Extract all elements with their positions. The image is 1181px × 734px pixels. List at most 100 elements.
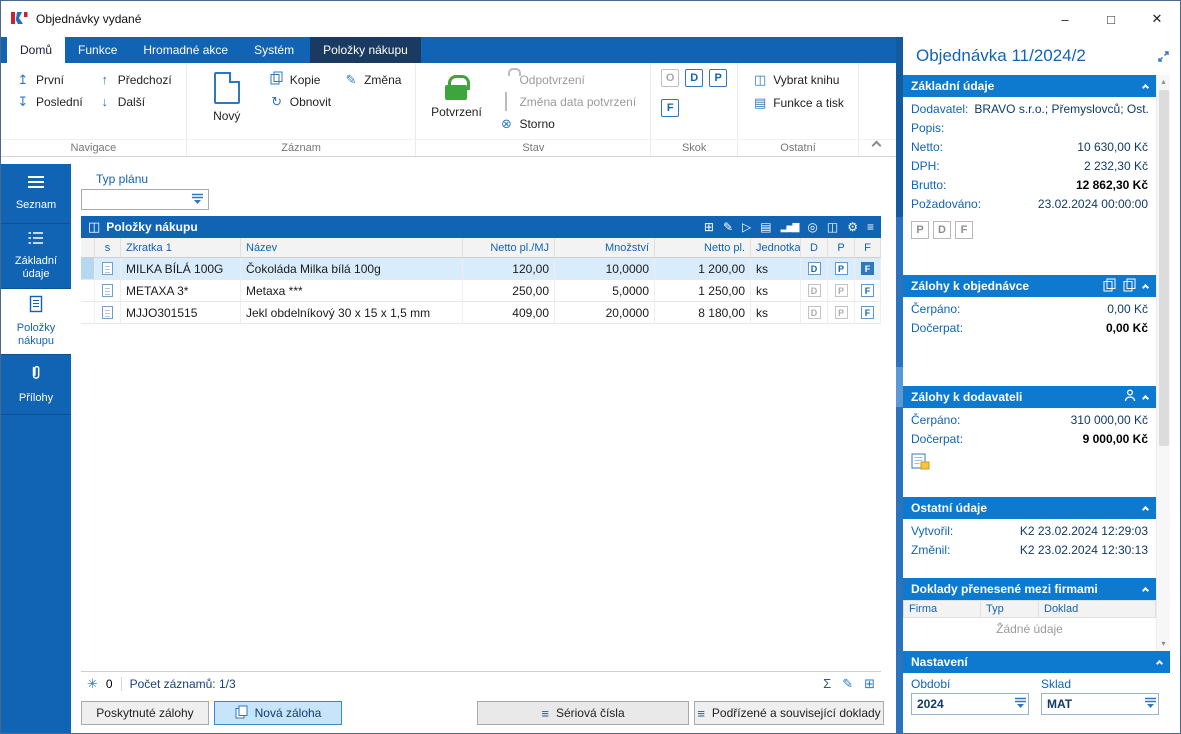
supplier-person-icon[interactable] bbox=[1124, 389, 1136, 405]
panel-splitter[interactable] bbox=[896, 37, 903, 733]
refresh-button[interactable]: ↻ Obnovit bbox=[265, 91, 335, 112]
jump-o-button[interactable]: O bbox=[661, 69, 680, 87]
flag-d-button[interactable]: D bbox=[933, 221, 951, 239]
ribbon: ↥ První ↑ Předchozí ↧ Poslední ↓ Další Navig… bbox=[1, 63, 896, 157]
maximize-button[interactable]: □ bbox=[1088, 1, 1134, 37]
functions-print-button[interactable]: ▤ Funkce a tisk bbox=[748, 92, 848, 113]
edit-icon[interactable]: ✎ bbox=[842, 676, 853, 692]
menu-icon[interactable]: ≡ bbox=[867, 220, 874, 234]
deposit-new-icon[interactable] bbox=[1123, 278, 1136, 295]
column-header[interactable]: Název bbox=[241, 238, 463, 258]
change-button[interactable]: ✎ Změna bbox=[339, 69, 405, 90]
dropdown-icon[interactable] bbox=[1143, 696, 1158, 712]
copy-button[interactable]: Kopie bbox=[265, 69, 335, 90]
new-button[interactable]: Nový bbox=[197, 69, 257, 138]
column-header[interactable]: s bbox=[95, 238, 121, 258]
chevron-up-icon[interactable] bbox=[1155, 659, 1164, 668]
scroll-up-icon[interactable]: ▴ bbox=[1161, 76, 1165, 88]
ribbon-collapse-button[interactable] bbox=[871, 138, 882, 152]
sum-icon[interactable]: Σ bbox=[823, 676, 831, 691]
confirm-button[interactable]: Potvrzení bbox=[426, 69, 486, 138]
section-header[interactable]: Zálohy k objednávce bbox=[903, 275, 1156, 297]
next-button[interactable]: ↓ Další bbox=[93, 91, 176, 112]
serial-numbers-button[interactable]: ≡ Sériová čísla bbox=[477, 701, 689, 725]
tab-system[interactable]: Systém bbox=[241, 37, 307, 63]
jump-d-button[interactable]: D bbox=[685, 69, 704, 87]
chevron-up-icon[interactable] bbox=[1141, 505, 1150, 514]
period-combobox[interactable]: 2024 bbox=[911, 693, 1029, 715]
minimize-button[interactable]: – bbox=[1042, 1, 1088, 37]
chevron-up-icon[interactable] bbox=[1141, 83, 1150, 92]
column-header[interactable]: P bbox=[828, 238, 855, 258]
section-header[interactable]: Zálohy k dodavateli bbox=[903, 386, 1156, 408]
last-button[interactable]: ↧ Poslední bbox=[11, 91, 87, 112]
tab-domu[interactable]: Domů bbox=[7, 37, 66, 63]
column-header[interactable]: Firma bbox=[903, 600, 981, 618]
expand-panel-icon[interactable] bbox=[1157, 50, 1170, 63]
table-row[interactable]: METAXA 3* Metaxa *** 250,00 5,0000 1 250… bbox=[81, 280, 881, 302]
columns-icon[interactable]: ◫ bbox=[827, 220, 838, 234]
column-header[interactable]: Typ bbox=[981, 600, 1039, 618]
tab-hromadne-akce[interactable]: Hromadné akce bbox=[130, 37, 241, 63]
column-header[interactable]: Množství bbox=[555, 238, 655, 258]
unconfirm-button[interactable]: Odpotvrzení bbox=[494, 69, 640, 91]
deposit-copy-icon[interactable] bbox=[1103, 278, 1116, 295]
close-button[interactable]: ✕ bbox=[1134, 1, 1180, 37]
sidebar-item-seznam[interactable]: Seznam bbox=[1, 164, 71, 224]
chevron-up-icon[interactable] bbox=[1141, 586, 1150, 595]
lock-gray-icon bbox=[498, 73, 514, 88]
section-header[interactable]: Ostatní údaje bbox=[903, 497, 1156, 519]
plan-type-combobox[interactable] bbox=[81, 189, 209, 210]
chevron-up-icon[interactable] bbox=[1141, 394, 1150, 403]
flag-p: P bbox=[834, 262, 848, 275]
previous-button[interactable]: ↑ Předchozí bbox=[93, 69, 176, 90]
dropdown-icon[interactable] bbox=[1013, 696, 1028, 712]
flag-p-button[interactable]: P bbox=[911, 221, 929, 239]
column-header[interactable]: F bbox=[855, 238, 881, 258]
import-icon[interactable]: ⊞ bbox=[704, 220, 714, 234]
new-deposit-label: Nová záloha bbox=[254, 706, 322, 720]
chart-icon[interactable]: ▂▅▇ bbox=[781, 222, 800, 233]
column-header[interactable]: Zkratka 1 bbox=[121, 238, 241, 258]
column-header[interactable]: Doklad bbox=[1039, 600, 1156, 618]
provided-deposits-button[interactable]: Poskytnuté zálohy bbox=[81, 701, 209, 725]
sidebar-item-prilohy[interactable]: Přílohy bbox=[1, 355, 71, 416]
section-header[interactable]: Základní údaje bbox=[903, 75, 1156, 97]
run-icon[interactable]: ▷ bbox=[742, 220, 751, 234]
edit-list-icon[interactable]: ✎ bbox=[723, 220, 733, 234]
jump-f-button[interactable]: F bbox=[661, 99, 680, 117]
search-icon[interactable]: ◎ bbox=[807, 220, 817, 234]
functions-print-label: Funkce a tisk bbox=[773, 95, 844, 110]
tab-funkce[interactable]: Funkce bbox=[65, 37, 130, 63]
deposit-document-icon[interactable] bbox=[911, 453, 930, 473]
column-header[interactable]: D bbox=[801, 238, 828, 258]
first-button[interactable]: ↥ První bbox=[11, 69, 87, 90]
tab-polozky-nakupu[interactable]: Položky nákupu bbox=[310, 37, 421, 63]
section-title: Nastavení bbox=[911, 655, 968, 669]
scrollbar-thumb[interactable] bbox=[1158, 90, 1169, 446]
settings-gear-icon[interactable]: ⚙ bbox=[847, 220, 858, 234]
scroll-down-icon[interactable]: ▾ bbox=[1161, 638, 1165, 650]
chevron-up-icon[interactable] bbox=[1141, 283, 1150, 292]
column-header[interactable]: Jednotka bbox=[751, 238, 801, 258]
table-row[interactable]: MILKA BÍLÁ 100G Čokoláda Milka bílá 100g… bbox=[81, 258, 881, 280]
table-row[interactable]: MJJO301515 Jekl obdelníkový 30 x 15 x 1,… bbox=[81, 302, 881, 324]
storno-button[interactable]: ⊗ Storno bbox=[494, 113, 640, 135]
panel-scrollbar[interactable]: ▴ ▾ bbox=[1156, 75, 1170, 651]
sidebar-item-zakladni-udaje[interactable]: Základní údaje bbox=[1, 224, 71, 289]
jump-p-button[interactable]: P bbox=[709, 69, 728, 87]
change-confirm-date-button[interactable]: Změna data potvrzení bbox=[494, 91, 640, 113]
pick-book-button[interactable]: ◫ Vybrat knihu bbox=[748, 69, 848, 90]
subordinate-docs-button[interactable]: ≡ Podřízené a související doklady bbox=[694, 701, 884, 725]
column-header[interactable]: Netto pl. bbox=[655, 238, 751, 258]
flag-f-button[interactable]: F bbox=[955, 221, 973, 239]
table-edit-icon[interactable]: ⊞ bbox=[864, 676, 875, 692]
column-header[interactable]: Netto pl./MJ bbox=[463, 238, 555, 258]
warehouse-combobox[interactable]: MAT bbox=[1041, 693, 1159, 715]
print-icon[interactable]: ▤ bbox=[760, 220, 771, 234]
new-deposit-button[interactable]: Nová záloha bbox=[214, 701, 342, 725]
section-header[interactable]: Doklady přenesené mezi firmami bbox=[903, 578, 1156, 600]
copy-icon bbox=[269, 71, 285, 88]
sidebar-item-polozky-nakupu[interactable]: Položky nákupu bbox=[1, 288, 71, 356]
section-header[interactable]: Nastavení bbox=[903, 651, 1170, 673]
